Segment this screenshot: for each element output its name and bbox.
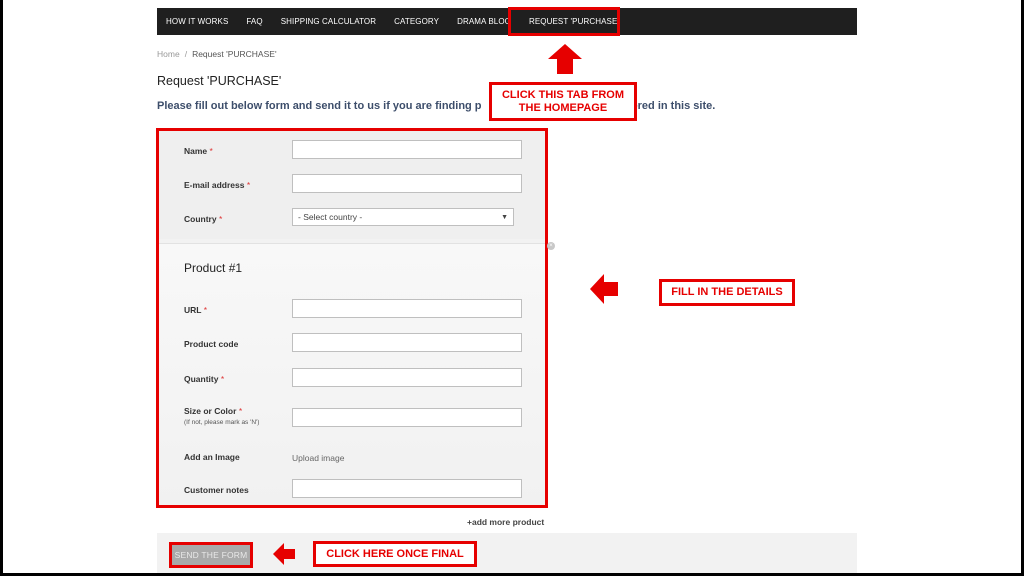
- country-select-value: - Select country -: [298, 212, 363, 222]
- size-color-note: (If not, please mark as 'N'): [184, 419, 260, 426]
- size-color-label-text: Size or Color: [184, 406, 237, 416]
- email-input[interactable]: [292, 174, 522, 193]
- quantity-input[interactable]: [292, 368, 522, 387]
- required-mark: *: [209, 146, 213, 156]
- breadcrumb-separator: /: [184, 49, 188, 59]
- name-label-text: Name: [184, 146, 208, 156]
- required-mark: *: [238, 406, 243, 416]
- required-mark: *: [203, 305, 208, 315]
- callout-click-tab: CLICK THIS TAB FROM THE HOMEPAGE: [489, 82, 637, 121]
- required-mark: *: [218, 214, 223, 224]
- callout-click-final: CLICK HERE ONCE FINAL: [313, 541, 477, 567]
- customer-notes-input[interactable]: [292, 479, 522, 498]
- required-mark: *: [246, 180, 251, 190]
- arrow-up-icon: [548, 44, 582, 74]
- intro-text-left: Please fill out below form and send it t…: [157, 100, 482, 112]
- name-label: Name *: [184, 146, 213, 156]
- size-color-label: Size or Color *: [184, 406, 242, 416]
- page-title: Request 'PURCHASE': [157, 74, 282, 88]
- close-icon[interactable]: ×: [547, 242, 555, 250]
- chevron-down-icon: ▼: [501, 213, 508, 221]
- nav-category[interactable]: CATEGORY: [385, 8, 448, 35]
- breadcrumb: Home / Request 'PURCHASE': [157, 49, 277, 59]
- page-frame: HOW IT WORKS FAQ SHIPPING CALCULATOR CAT…: [3, 0, 1021, 573]
- add-image-label: Add an Image: [184, 452, 240, 462]
- product-code-label: Product code: [184, 339, 239, 349]
- product-heading: Product #1: [184, 261, 243, 275]
- url-input[interactable]: [292, 299, 522, 318]
- email-label-text: E-mail address: [184, 180, 245, 190]
- quantity-label-text: Quantity: [184, 374, 219, 384]
- form-footer: [157, 533, 857, 573]
- intro-text-right: ered in this site.: [631, 100, 716, 112]
- url-label-text: URL: [184, 305, 202, 315]
- highlight-tab-box: [508, 7, 620, 36]
- country-label: Country *: [184, 214, 222, 224]
- upload-image-link[interactable]: Upload image: [292, 453, 344, 463]
- country-select[interactable]: - Select country - ▼: [292, 208, 514, 226]
- arrow-left-icon: [273, 543, 295, 565]
- nav-faq[interactable]: FAQ: [237, 8, 271, 35]
- top-nav: HOW IT WORKS FAQ SHIPPING CALCULATOR CAT…: [157, 8, 857, 35]
- breadcrumb-current: Request 'PURCHASE': [192, 49, 277, 59]
- nav-shipping-calculator[interactable]: SHIPPING CALCULATOR: [272, 8, 385, 35]
- email-label: E-mail address *: [184, 180, 250, 190]
- breadcrumb-home[interactable]: Home: [157, 49, 180, 59]
- send-form-button[interactable]: SEND THE FORM: [169, 542, 253, 568]
- url-label: URL *: [184, 305, 207, 315]
- arrow-left-icon: [590, 274, 618, 304]
- name-input[interactable]: [292, 140, 522, 159]
- required-mark: *: [220, 374, 225, 384]
- size-color-input[interactable]: [292, 408, 522, 427]
- request-form: Name * E-mail address * Country * - Sele…: [156, 128, 548, 508]
- quantity-label: Quantity *: [184, 374, 224, 384]
- customer-notes-label: Customer notes: [184, 485, 249, 495]
- country-label-text: Country: [184, 214, 217, 224]
- nav-how-it-works[interactable]: HOW IT WORKS: [157, 8, 237, 35]
- callout-fill-details: FILL IN THE DETAILS: [659, 279, 795, 306]
- add-more-product-link[interactable]: +add more product: [467, 517, 544, 527]
- product-code-input[interactable]: [292, 333, 522, 352]
